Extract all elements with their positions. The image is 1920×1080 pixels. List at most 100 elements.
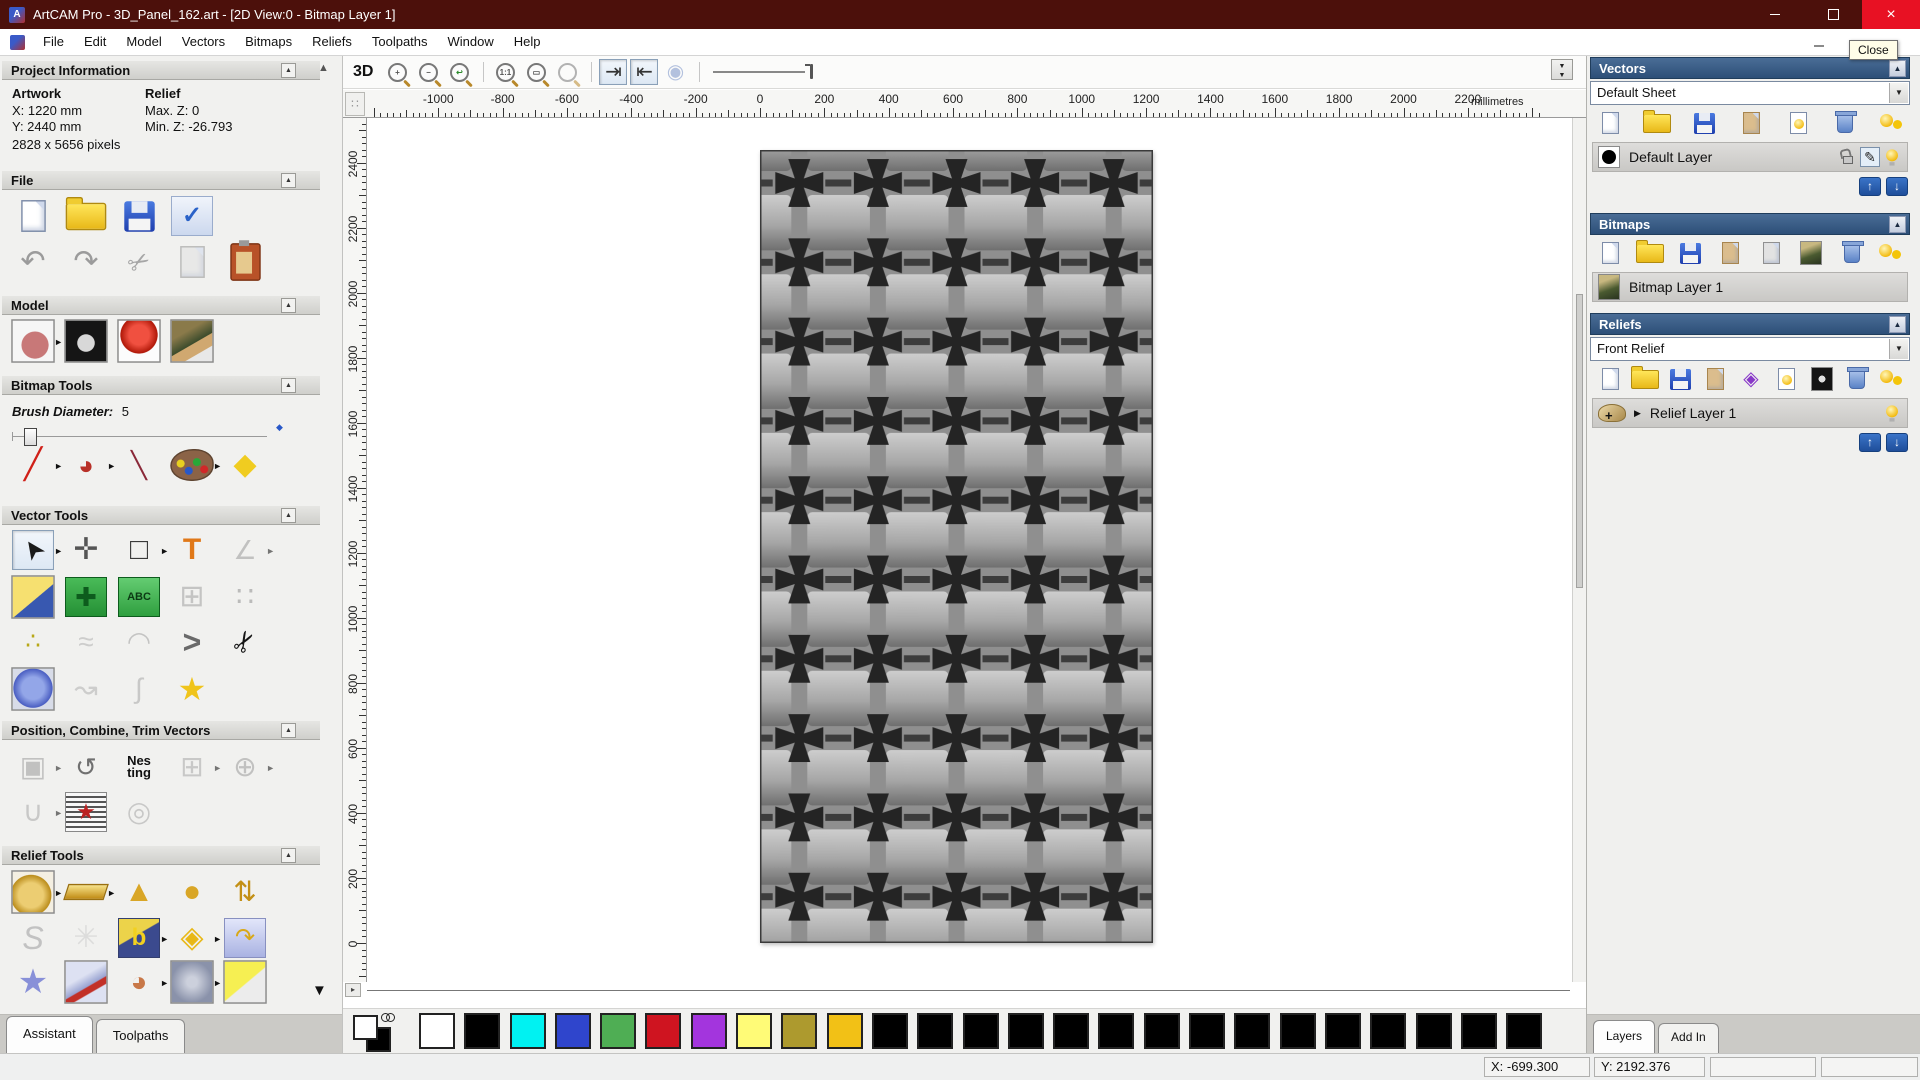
calculate-relief-button[interactable]: ► [11,870,63,914]
palette-swatch-6[interactable] [690,1013,727,1049]
palette-swatch-12[interactable] [962,1013,999,1049]
measure-button[interactable]: ∠ ► [224,530,275,570]
delete-vector-layer-button[interactable] [1830,110,1860,136]
paste-button[interactable] [224,240,266,282]
move-relief-down-button[interactable]: ↓ [1886,433,1908,452]
greyscale-preview-button[interactable] [64,319,108,363]
sculpting-button[interactable] [64,960,108,1004]
expander-icon[interactable]: ▶ [1634,408,1641,419]
all-bitmap-layers-on-button[interactable] [1877,240,1907,266]
palette-swatch-22[interactable] [1415,1013,1452,1049]
menu-window[interactable]: Window [438,29,504,55]
section-header-model[interactable]: Model ▲ [2,296,320,315]
toggle-relief-visibility-button[interactable] [1771,366,1801,392]
emboss-wizard-flyout[interactable]: ► [160,934,169,944]
snap-settings-button[interactable]: ∷ [224,577,266,617]
magic-star-button[interactable]: ★ [171,669,213,709]
collapse-icon[interactable]: ▲ [1889,216,1906,233]
palette-swatch-19[interactable] [1279,1013,1316,1049]
primary-colour-swatch[interactable] [353,1015,378,1040]
hscroll-track[interactable] [367,990,1570,991]
collapse-icon[interactable]: ▲ [281,173,296,188]
chevron-down-icon[interactable]: ▼ [1889,339,1908,359]
offset-relief-button[interactable] [223,960,267,1004]
menu-bitmaps[interactable]: Bitmaps [235,29,302,55]
all-relief-layers-on-button[interactable] [1877,366,1907,392]
palette-swatch-10[interactable] [871,1013,908,1049]
palette-swatch-9[interactable] [826,1013,863,1049]
collapse-icon[interactable]: ▲ [1889,316,1906,333]
palette-swatch-21[interactable] [1370,1013,1407,1049]
fit-arcs-button[interactable]: ↝ [65,669,107,709]
texture-relief-button[interactable]: ► [170,960,222,1004]
reliefs-header[interactable]: Reliefs ▲ [1590,313,1910,335]
mdi-minimize-icon[interactable] [1814,45,1824,47]
zoom-object-button[interactable] [553,59,581,85]
dimensions-button[interactable] [11,575,55,619]
save-relief-layer-button[interactable] [1666,366,1696,392]
copy-button[interactable] [171,242,213,282]
palette-swatch-20[interactable] [1324,1013,1361,1049]
bevel-vectors-button[interactable]: > [171,622,213,662]
layer-colour-swatch[interactable] [1598,146,1620,168]
weld-vectors-flyout[interactable]: ► [266,763,275,773]
menu-vectors[interactable]: Vectors [172,29,235,55]
paint-brush-flyout[interactable]: ► [54,461,63,471]
ruler-corner-box[interactable]: ∷ [345,92,365,116]
bitmap-to-layer-button[interactable] [1796,240,1826,266]
create-rectangle-button[interactable]: □ ► [118,530,169,570]
brush-diameter-slider[interactable] [12,428,267,446]
palette-swatch-3[interactable] [554,1013,591,1049]
combine-reliefs-button[interactable]: ⇅ [224,872,266,912]
zoom-previous-button[interactable]: ↩ [445,59,473,85]
texture-relief-flyout[interactable]: ► [213,978,222,988]
dome-relief-button[interactable]: ● [171,872,213,912]
relief-select[interactable]: Front Relief ▼ [1590,337,1910,361]
vectors-header[interactable]: Vectors ▲ [1590,57,1910,79]
section-header-relief-tools[interactable]: Relief Tools ▲ [2,846,320,865]
join-vectors-button[interactable]: ∪ ► [12,792,63,832]
vector-layer-row[interactable]: Default Layer ✎ [1592,142,1908,172]
weave-wizard-button[interactable]: ✳ [65,918,107,958]
palette-swatch-0[interactable] [419,1013,455,1049]
relief-visibility-button[interactable] [1882,403,1902,423]
spiral-button[interactable]: ◎ [118,792,160,832]
trim-vectors-button[interactable]: ✂ [224,622,266,662]
layer-snap-button[interactable]: ✎ [1860,147,1880,167]
zoom-1to1-button[interactable]: 1:1 [491,59,519,85]
section-header-bitmap-tools[interactable]: Bitmap Tools ▲ [2,376,320,395]
lighting-button[interactable] [117,319,161,363]
palette-swatch-11[interactable] [917,1013,954,1049]
calculate-relief-flyout[interactable]: ► [54,888,63,898]
envelope-distort-button[interactable]: ⊞ [171,577,213,617]
palette-swatch-5[interactable] [645,1013,682,1049]
copy-view-left-button[interactable]: ⇥ [599,59,628,85]
move-layer-up-button[interactable]: ↑ [1859,177,1881,196]
switch-3d-view-button[interactable]: 3D [353,63,373,81]
flood-fill-flyout[interactable]: ► [107,461,116,471]
collapse-icon[interactable]: ▲ [281,723,296,738]
flood-fill-button[interactable]: ◕ ► [65,445,116,485]
vertical-scrollbar[interactable] [1572,118,1586,982]
join-vectors-flyout[interactable]: ► [54,808,63,818]
move-layer-down-button[interactable]: ↓ [1886,177,1908,196]
section-header-position-combine-trim[interactable]: Position, Combine, Trim Vectors ▲ [2,721,320,740]
hscroll-button[interactable]: ▸ [345,983,361,997]
bitmap-layer-row[interactable]: Bitmap Layer 1 [1592,272,1908,302]
collapse-icon[interactable]: ▲ [1889,60,1906,77]
chevron-down-icon[interactable]: ▼ [1889,83,1908,103]
panel-scroll-down-icon[interactable]: ▼ [312,982,327,999]
tab-assistant[interactable]: Assistant [6,1016,93,1053]
zero-plane-flyout[interactable]: ► [107,888,116,898]
collapse-icon[interactable]: ▲ [281,508,296,523]
panel-scroll-up-icon[interactable]: ▲ [318,62,329,74]
save-bitmap-layer-button[interactable] [1676,240,1706,266]
layer-lock-button[interactable] [1838,147,1858,167]
primary-secondary-colour[interactable] [353,1013,409,1052]
copy-view-right-button[interactable]: ⇤ [630,59,659,85]
merge-vector-layers-button[interactable] [1736,110,1766,136]
vertical-scrollbar-thumb[interactable] [1576,294,1583,588]
block-copy-button[interactable]: ⊞ ► [171,747,222,787]
block-copy-flyout[interactable]: ► [213,763,222,773]
new-relief-layer-button[interactable] [1595,366,1625,392]
